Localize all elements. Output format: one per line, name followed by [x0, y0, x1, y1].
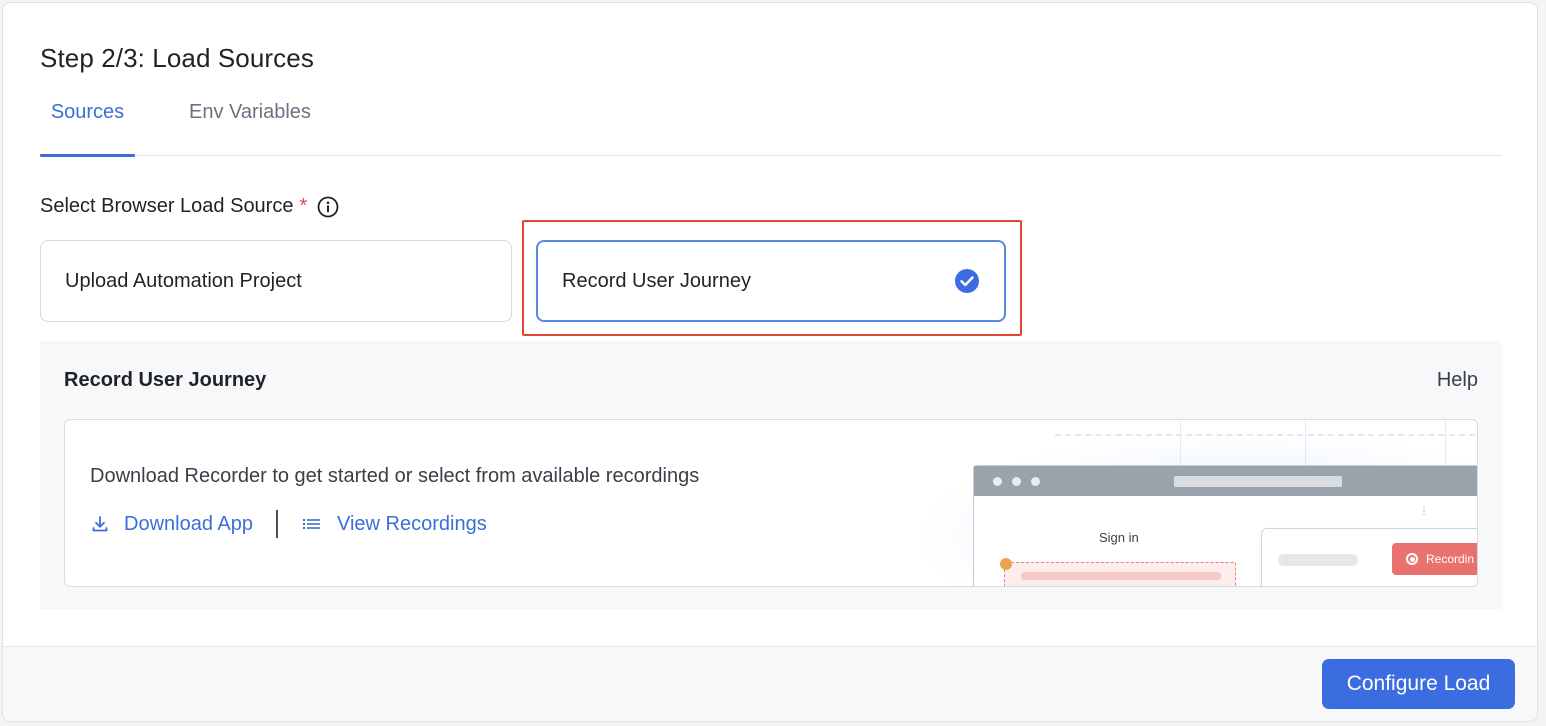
page-title: Step 2/3: Load Sources — [40, 43, 314, 73]
upload-option-label: Upload Automation Project — [65, 269, 302, 292]
window-dot — [1031, 477, 1040, 486]
window-dot — [993, 477, 1002, 486]
view-recordings-label: View Recordings — [336, 512, 487, 535]
preview-sign-in-text: Sign in — [1099, 530, 1139, 545]
preview-step-marker — [1000, 558, 1012, 570]
recorder-box: Download Recorder to get started or sele… — [64, 419, 1478, 587]
help-link[interactable]: Help — [1437, 369, 1478, 392]
view-recordings-link[interactable]: View Recordings — [301, 513, 487, 536]
preview-url-bar — [1174, 476, 1342, 487]
window-dot — [1012, 477, 1021, 486]
record-option-label: Record User Journey — [562, 269, 751, 292]
record-journey-panel: Record User Journey Help Download Record… — [40, 341, 1502, 609]
check-circle-icon — [954, 268, 980, 294]
preview-kebab-icon: ⋮ — [1419, 506, 1429, 517]
recorder-description: Download Recorder to get started or sele… — [90, 465, 700, 487]
tab-env-variables-label: Env Variables — [189, 101, 311, 123]
preview-grid-line — [1055, 434, 1475, 436]
preview-placeholder-bar — [1278, 554, 1358, 566]
recorder-preview-illustration: Sign in ⋮ Recordin — [973, 465, 1477, 586]
required-mark: * — [299, 195, 308, 217]
download-app-link[interactable]: Download App — [90, 513, 253, 536]
panel-title: Record User Journey — [64, 369, 267, 391]
source-label-text: Select Browser Load Source — [40, 195, 294, 217]
tab-bar: Sources Env Variables — [40, 99, 1502, 157]
preview-recording-label: Recordin — [1426, 552, 1475, 566]
preview-recording-button: Recordin — [1392, 543, 1477, 575]
tab-sources[interactable]: Sources — [40, 101, 135, 157]
info-icon[interactable] — [317, 196, 339, 218]
link-divider — [275, 510, 278, 538]
preview-browser-bar — [974, 466, 1477, 496]
record-user-journey-option[interactable]: Record User Journey — [536, 240, 1006, 322]
list-icon — [302, 519, 320, 529]
upload-automation-project-option[interactable]: Upload Automation Project — [40, 240, 512, 322]
browser-load-source-label: Select Browser Load Source * — [40, 195, 339, 218]
load-sources-card: Step 2/3: Load Sources Sources Env Varia… — [2, 2, 1538, 722]
download-icon — [92, 516, 108, 532]
preview-recorder-window: Recordin — [1261, 528, 1477, 586]
tab-sources-label: Sources — [50, 101, 125, 123]
tab-env-variables[interactable]: Env Variables — [189, 101, 311, 156]
preview-recorded-field — [1004, 562, 1236, 586]
footer-bar: Configure Load — [3, 646, 1537, 721]
configure-load-button[interactable]: Configure Load — [1322, 659, 1515, 709]
active-tab-indicator — [40, 154, 135, 157]
recorder-links: Download App View Recordings — [90, 510, 487, 538]
download-app-label: Download App — [124, 512, 253, 535]
record-icon — [1406, 553, 1418, 565]
preview-field-fill — [1021, 572, 1221, 580]
